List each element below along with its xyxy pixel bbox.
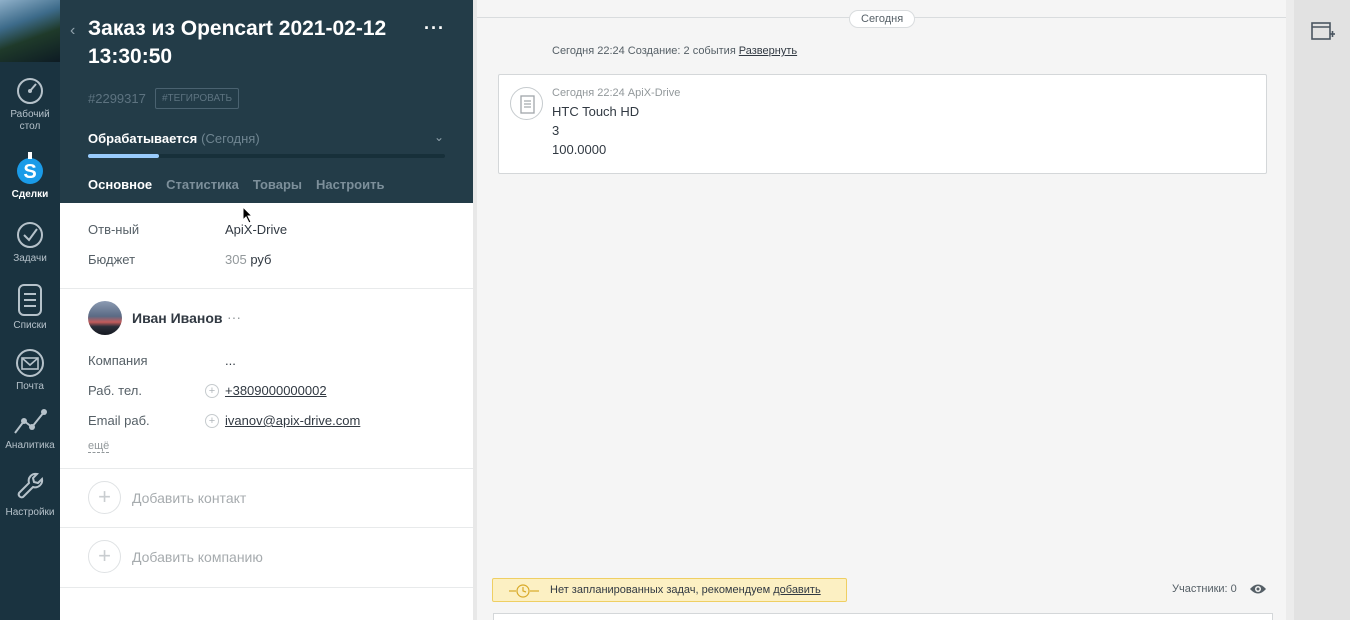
feed-summary-text: Сегодня 22:24 Создание: 2 события: [552, 45, 736, 57]
tab-main[interactable]: Основное: [81, 168, 160, 206]
note-line: 3: [552, 123, 560, 138]
feed-date-pill: Сегодня: [849, 10, 916, 28]
budget-label: Бюджет: [88, 252, 136, 267]
add-email-icon[interactable]: +: [205, 414, 219, 428]
note-icon: [510, 87, 543, 120]
chevron-down-icon[interactable]: ⌄: [434, 130, 444, 144]
nav-label-mail: Почта: [16, 381, 44, 392]
tab-configure[interactable]: Настроить: [309, 168, 391, 206]
note-line: 100.0000: [552, 142, 607, 157]
nav-label-analytics: Аналитика: [5, 440, 55, 451]
contact-avatar[interactable]: [88, 301, 122, 335]
nav-item-mail[interactable]: Почта: [0, 348, 60, 393]
add-phone-icon[interactable]: +: [205, 384, 219, 398]
responsible-value[interactable]: ApiX-Drive: [225, 222, 287, 237]
clock-icon: [509, 584, 539, 598]
message-input[interactable]: [493, 613, 1273, 620]
participants-count: Участники: 0: [1172, 583, 1237, 595]
company-value[interactable]: ...: [225, 353, 236, 368]
divider: [60, 288, 473, 289]
divider: [60, 468, 473, 469]
feed-note[interactable]: Сегодня 22:24 ApiX-Drive HTC Touch HD 3 …: [498, 74, 1267, 174]
deals-icon: S: [17, 152, 43, 184]
right-rail: [1294, 0, 1350, 620]
expand-link[interactable]: Развернуть: [739, 45, 797, 57]
phone-value[interactable]: +3809000000002: [225, 383, 327, 398]
add-panel-icon[interactable]: [1311, 20, 1335, 42]
pipeline-status[interactable]: Обрабатывается (Сегодня): [88, 131, 260, 146]
nav-item-lists[interactable]: Списки: [0, 283, 60, 332]
feed-events-summary: Сегодня 22:24 Создание: 2 события Разверн…: [552, 45, 797, 57]
contact-name[interactable]: Иван Иванов: [132, 310, 223, 326]
status-label: Обрабатывается: [88, 131, 198, 146]
status-date: (Сегодня): [201, 131, 260, 146]
activity-feed: Сегодня Сегодня 22:24 Создание: 2 событи…: [477, 0, 1286, 620]
tab-products[interactable]: Товары: [246, 168, 309, 206]
no-tasks-message: Нет запланированных задач, рекомендуем: [550, 584, 771, 596]
deal-title[interactable]: Заказ из Opencart 2021-02-12 13:30:50: [88, 15, 408, 71]
company-label: Компания: [88, 353, 148, 368]
deal-id: #2299317: [88, 91, 146, 106]
nav-label-settings: Настройки: [5, 507, 55, 518]
email-value[interactable]: ivanov@apix-drive.com: [225, 413, 360, 428]
analytics-icon: [14, 409, 47, 434]
nav-label-deals: Сделки: [11, 189, 49, 200]
contact-more-icon[interactable]: ···: [227, 309, 241, 325]
budget-currency: руб: [250, 252, 272, 267]
add-company-label: Добавить компанию: [132, 549, 263, 565]
phone-label: Раб. тел.: [88, 383, 142, 398]
eye-icon[interactable]: [1249, 582, 1267, 596]
card-tabs: Основное Статистика Товары Настроить: [81, 168, 391, 206]
more-options-icon[interactable]: ···: [424, 18, 445, 39]
email-label: Email раб.: [88, 413, 150, 428]
deal-card-header: ‹ Заказ из Opencart 2021-02-12 13:30:50 …: [60, 0, 473, 206]
nav-item-deals[interactable]: S Сделки: [0, 152, 60, 201]
note-line: HTC Touch HD: [552, 104, 640, 119]
deal-card: ‹ Заказ из Opencart 2021-02-12 13:30:50 …: [60, 0, 473, 620]
no-tasks-text: Нет запланированных задач, рекомендуем д…: [550, 584, 821, 596]
nav-label-tasks: Задачи: [13, 253, 47, 264]
lists-icon: [18, 284, 42, 316]
nav-item-settings[interactable]: Настройки: [0, 470, 60, 519]
svg-text:S: S: [23, 161, 36, 183]
nav-label-lists: Списки: [13, 320, 47, 331]
responsible-label: Отв-ный: [88, 222, 140, 237]
mail-icon: [16, 349, 44, 377]
tag-button[interactable]: #ТЕГИРОВАТЬ: [155, 88, 240, 109]
nav-item-analytics[interactable]: Аналитика: [0, 407, 60, 452]
nav-item-dashboard[interactable]: Рабочий стол: [0, 76, 60, 133]
dashboard-icon: [17, 78, 43, 104]
settings-icon: [17, 472, 44, 499]
note-meta: Сегодня 22:24 ApiX-Drive: [552, 87, 681, 99]
mouse-cursor-icon: [242, 206, 254, 224]
nav-label-dashboard: Рабочий стол: [10, 109, 50, 132]
more-fields-link[interactable]: ещё: [88, 440, 110, 453]
plus-icon: +: [88, 481, 121, 514]
tab-statistics[interactable]: Статистика: [159, 168, 246, 206]
user-avatar[interactable]: [0, 0, 60, 62]
add-task-link[interactable]: добавить: [773, 584, 820, 596]
budget-field[interactable]: 305 руб: [225, 252, 272, 267]
budget-amount: 305: [225, 252, 247, 267]
add-contact-label: Добавить контакт: [132, 490, 247, 506]
pipeline-progress-fill: [88, 154, 160, 158]
plus-icon: +: [88, 540, 121, 573]
divider: [60, 527, 473, 528]
no-tasks-banner: Нет запланированных задач, рекомендуем д…: [492, 578, 847, 602]
left-navigation: Рабочий стол S Сделки Задачи Списки Почт…: [0, 0, 60, 620]
pipeline-progress: [88, 154, 445, 158]
chevron-left-icon[interactable]: ‹: [70, 22, 75, 40]
divider: [60, 587, 473, 588]
nav-item-tasks[interactable]: Задачи: [0, 220, 60, 265]
tasks-icon: [17, 222, 43, 248]
rail-gap: [1286, 0, 1294, 620]
